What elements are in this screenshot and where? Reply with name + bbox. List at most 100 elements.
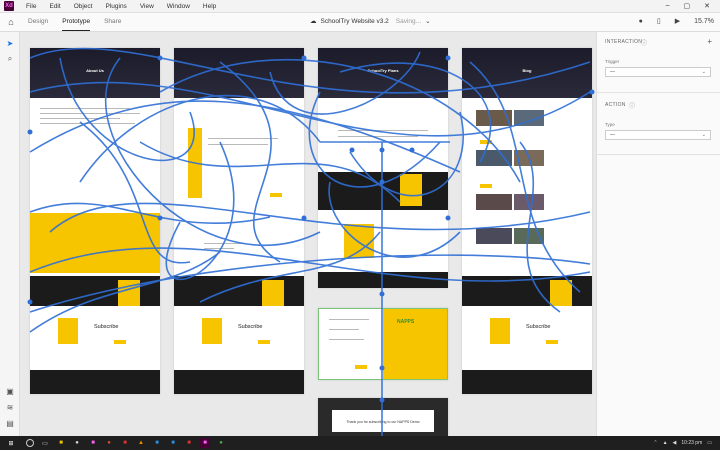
close-button[interactable]: ✕	[704, 2, 710, 10]
volume-icon[interactable]: ◀	[673, 440, 677, 446]
subscribe-button[interactable]	[114, 340, 126, 344]
windows-taskbar: ⊞ ▭ ■ ● ■ ● ■ ▲ ■ ■ ■ ■ ● ⌃ ▲ ◀ 10:23 pm…	[0, 436, 720, 450]
document-assets-icon[interactable]: ▣	[5, 386, 15, 396]
chevron-down-icon: ⌄	[701, 132, 706, 138]
app-icon[interactable]: ●	[72, 438, 82, 448]
footer	[318, 272, 448, 288]
zoom-tool-icon[interactable]: ⌕	[5, 54, 15, 64]
artboard-hero	[174, 48, 304, 98]
vlc-icon[interactable]: ▲	[136, 438, 146, 448]
phone-mock	[400, 174, 422, 206]
read-more-button[interactable]	[480, 184, 492, 188]
chrome-icon[interactable]: ●	[216, 438, 226, 448]
footer	[462, 370, 592, 394]
napps-banner	[383, 309, 447, 379]
submit-button[interactable]	[355, 365, 367, 369]
layers-icon[interactable]: ≋	[5, 402, 15, 412]
maximize-button[interactable]: ▢	[684, 2, 691, 10]
artboard-napps-form[interactable]: NAPPS	[318, 308, 448, 380]
file-explorer-icon[interactable]: ■	[56, 438, 66, 448]
canvas[interactable]: About Us Subscribe Subscribe SchoolTry P…	[20, 32, 596, 436]
artboard-thankyou[interactable]: Thank you for subscribing to our NAPPS D…	[318, 398, 448, 436]
subscribe-button[interactable]	[258, 340, 270, 344]
chevron-up-icon[interactable]: ⌃	[653, 440, 657, 446]
adobe-app-icon[interactable]: ■	[88, 438, 98, 448]
trigger-select[interactable]: — ⌄	[605, 67, 711, 77]
acrobat-icon[interactable]: ■	[120, 438, 130, 448]
clock[interactable]: 10:23 pm	[681, 440, 702, 446]
tab-share[interactable]: Share	[104, 13, 121, 31]
minimize-button[interactable]: –	[666, 2, 670, 10]
zoom-level[interactable]: 15.7%	[694, 18, 714, 25]
document-status: Saving...	[395, 17, 422, 25]
play-icon[interactable]: ▶	[675, 17, 680, 25]
menu-view[interactable]: View	[140, 3, 154, 10]
mode-tabs: Design Prototype Share	[28, 13, 121, 31]
thankyou-message: Thank you for subscribing to our NAPPS D…	[332, 410, 434, 432]
type-value: —	[610, 132, 615, 138]
side-accent	[188, 128, 202, 198]
windows-start-icon[interactable]: ⊞	[6, 438, 16, 448]
subscribe-graphic	[58, 318, 78, 344]
artboard-hero: About Us	[30, 48, 160, 98]
type-label: Type	[605, 122, 615, 127]
photoshop-icon[interactable]: ■	[168, 438, 178, 448]
artboard-hero: Blog	[462, 48, 592, 98]
search-icon[interactable]	[26, 439, 34, 447]
tab-design[interactable]: Design	[28, 13, 48, 31]
artboard-plans[interactable]: SchoolTry Plans	[318, 48, 448, 288]
interaction-heading: INTERACTION	[605, 39, 643, 45]
task-view-icon[interactable]: ▭	[40, 438, 50, 448]
cta-button[interactable]	[270, 193, 282, 197]
type-select[interactable]: — ⌄	[605, 130, 711, 140]
plugins-icon[interactable]: ▤	[5, 418, 15, 428]
subscribe-button[interactable]	[546, 340, 558, 344]
phone-mock	[550, 280, 572, 306]
menu-object[interactable]: Object	[74, 3, 93, 10]
device-preview-icon[interactable]: ▯	[657, 17, 661, 25]
menu-plugins[interactable]: Plugins	[105, 3, 126, 10]
xd-taskbar-icon[interactable]: ■	[200, 438, 210, 448]
menu-window[interactable]: Window	[167, 3, 190, 10]
tool-rail: ➤ ⌕ ▣ ≋ ▤	[0, 32, 20, 436]
title-bar: Xd File Edit Object Plugins View Window …	[0, 0, 720, 13]
plan-graphic	[344, 224, 374, 258]
document-title-area[interactable]: ☁ SchoolTry Website v3.2 Saving... ⌄	[310, 17, 431, 26]
notification-icon[interactable]: ▭	[707, 440, 712, 446]
artboard-blog[interactable]: Blog Subscribe	[462, 48, 592, 394]
divider	[597, 154, 720, 155]
info-icon[interactable]: ⓘ	[641, 38, 647, 47]
app-icon[interactable]: ■	[152, 438, 162, 448]
app-icon[interactable]: ■	[184, 438, 194, 448]
menu-edit[interactable]: Edit	[49, 3, 60, 10]
artboard-features[interactable]: Subscribe	[174, 48, 304, 394]
trigger-value: —	[610, 69, 615, 75]
info-icon[interactable]: ⓘ	[629, 101, 635, 110]
hero-title: Blog	[522, 68, 532, 73]
trigger-label: Trigger	[605, 59, 620, 64]
menu-help[interactable]: Help	[203, 3, 216, 10]
subscribe-heading: Subscribe	[94, 324, 119, 330]
top-toolbar: ⌂ Design Prototype Share ☁ SchoolTry Web…	[0, 13, 720, 32]
toolbar-right: ● ▯ ▶ 15.7%	[639, 17, 714, 26]
menu-file[interactable]: File	[26, 3, 36, 10]
menu-bar: File Edit Object Plugins View Window Hel…	[26, 3, 216, 10]
artboard-about[interactable]: About Us Subscribe	[30, 48, 160, 394]
feature-banner	[30, 213, 160, 273]
divider	[597, 92, 720, 93]
napps-logo: NAPPS	[397, 319, 415, 325]
home-icon[interactable]: ⌂	[0, 17, 22, 27]
user-icon[interactable]: ●	[639, 18, 643, 25]
network-icon[interactable]: ▲	[663, 440, 668, 446]
read-more-button[interactable]	[480, 140, 492, 144]
add-interaction-button[interactable]: +	[707, 37, 712, 46]
subscribe-graphic	[202, 318, 222, 344]
hero-title: SchoolTry Plans	[367, 68, 399, 73]
property-inspector: INTERACTION ⓘ + Trigger — ⌄ ACTION ⓘ Typ…	[596, 32, 720, 436]
browser-icon[interactable]: ●	[104, 438, 114, 448]
action-heading: ACTION	[605, 102, 626, 108]
select-tool-icon[interactable]: ➤	[5, 38, 15, 48]
subscribe-heading: Subscribe	[238, 324, 263, 330]
artboard-hero: SchoolTry Plans	[318, 48, 448, 98]
tab-prototype[interactable]: Prototype	[62, 13, 91, 31]
